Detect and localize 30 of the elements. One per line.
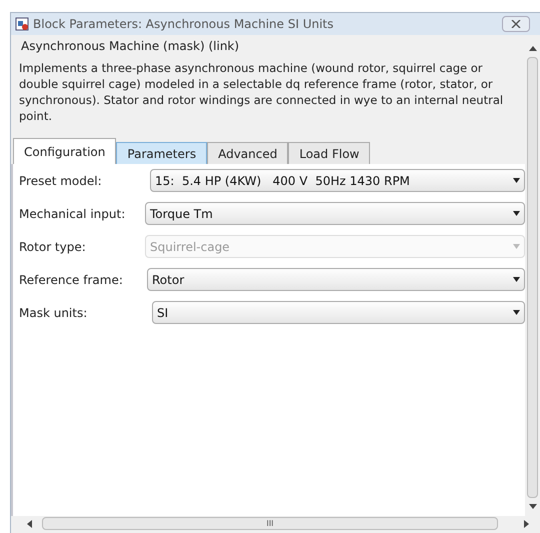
dropdown[interactable]: Rotor [147,268,525,291]
description-text: Implements a three-phase asynchronous machine (wound rotor, squirrel cage or double squirrel cage) modeled in a selectable dq reference frame (rotor, stator, or synchronous). Stator and rotor windings are connected in wye to an internal neutral point. [18,60,504,125]
dropdown-arrow-icon[interactable] [513,211,520,216]
close-button[interactable] [502,16,530,32]
tab[interactable]: Advanced [207,142,288,164]
scroll-up-icon[interactable] [528,45,536,51]
app-icon [15,17,29,31]
field-label: Reference frame: [18,272,124,288]
dropdown-arrow-icon[interactable] [513,277,520,282]
scroll-right-icon[interactable] [524,520,530,528]
tab[interactable]: Load Flow [288,142,370,164]
scroll-left-icon[interactable] [26,520,32,528]
field-label: Preset model: [18,172,103,190]
block-header: Asynchronous Machine (mask) (link) [20,38,240,55]
scroll-thumb[interactable] [527,57,538,498]
window-title: Block Parameters: Asynchronous Machine SI Units [33,16,335,33]
close-icon[interactable] [511,20,521,28]
dropdown-arrow-icon[interactable] [513,178,520,183]
tab[interactable]: Parameters [116,142,208,164]
field-label: Rotor type: [18,238,87,256]
tab[interactable]: Configuration [13,138,116,164]
dropdown-arrow-icon[interactable] [513,310,520,315]
dropdown[interactable]: 15: 5.4 HP (4KW) 400 V 50Hz 1430 RPM [150,169,525,192]
scroll-thumb[interactable]: III [42,517,498,530]
dropdown[interactable]: SI [152,301,525,324]
scroll-down-icon[interactable] [528,504,536,510]
field-label: Mask units: [18,304,88,322]
grip-text: III [266,520,274,528]
field-label: Mechanical input: [18,206,126,222]
dropdown[interactable]: Torque Tm [145,202,525,225]
